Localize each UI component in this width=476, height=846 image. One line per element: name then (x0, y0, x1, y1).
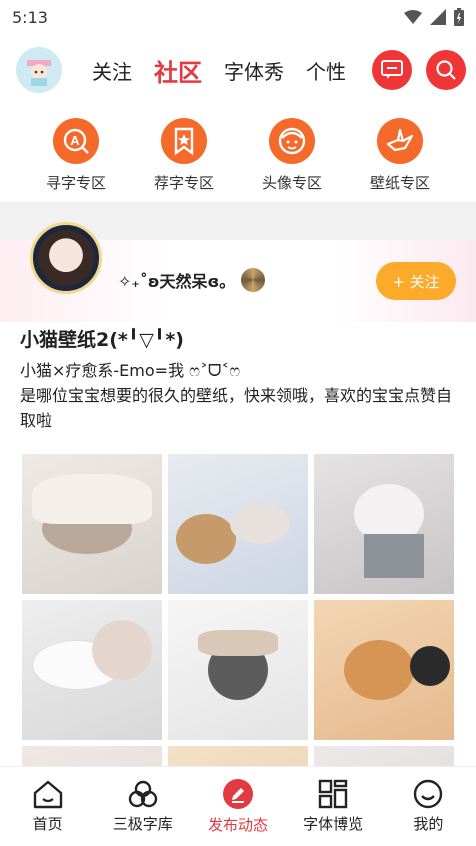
zone-label: 寻字专区 (45, 174, 106, 192)
wifi-icon (404, 10, 422, 24)
zone-label: 头像专区 (261, 174, 322, 192)
zone-wallpaper[interactable]: 壁纸专区 (350, 118, 450, 202)
search-icon (436, 60, 456, 80)
message-button[interactable] (372, 50, 412, 90)
circles-icon (128, 780, 157, 808)
zone-label: 荐字专区 (153, 174, 214, 192)
post-image[interactable] (314, 454, 454, 594)
search-button[interactable] (426, 50, 466, 90)
post-image[interactable] (314, 600, 454, 740)
edit-icon (222, 779, 253, 809)
tab-follow[interactable]: 关注 (92, 56, 132, 85)
zone-label: 壁纸专区 (369, 174, 430, 192)
status-bar: 5:13 (0, 0, 476, 34)
svg-text:A: A (70, 133, 80, 148)
app-logo[interactable] (16, 47, 62, 93)
post-text-line: 小猫×疗愈系-Emo=我 ෆ˃ᗜ˂ෆ (20, 361, 241, 380)
status-time: 5:13 (12, 7, 48, 27)
bottom-nav-label: 发布动态 (207, 816, 268, 834)
post-image[interactable] (168, 600, 308, 740)
tab-community[interactable]: 社区 (154, 53, 202, 88)
post-image[interactable] (22, 600, 162, 740)
home-icon (33, 780, 62, 809)
search-font-icon: A (53, 118, 99, 164)
username-text: ✧₊˚ʚ天然呆ɞ。 (118, 272, 236, 291)
bottom-nav-label: 我的 (413, 815, 444, 833)
zone-avatar[interactable]: 头像专区 (242, 118, 342, 202)
smile-icon (414, 779, 443, 809)
tab-personal[interactable]: 个性 (306, 56, 346, 85)
avatar-face (38, 230, 94, 286)
status-icons (404, 8, 464, 26)
message-icon (381, 60, 403, 79)
bottom-nav-label: 三极字库 (112, 815, 173, 833)
post-image[interactable] (22, 454, 162, 594)
bottom-nav-font-gallery[interactable]: 字体博览 (288, 779, 378, 834)
tab-font-show[interactable]: 字体秀 (224, 56, 284, 85)
bottom-nav-publish[interactable]: 发布动态 (193, 778, 283, 835)
logo-character-icon (27, 60, 51, 86)
bottom-nav-home[interactable]: 首页 (3, 779, 93, 834)
post-image[interactable] (168, 454, 308, 594)
follow-button[interactable]: + 关注 (376, 262, 456, 300)
bottom-nav: 首页 三极字库 发布动态 字体博览 我的 (0, 766, 476, 846)
avatar[interactable] (30, 222, 102, 294)
top-tabs: 关注 社区 字体秀 个性 (92, 53, 346, 88)
post-text-line: 是哪位宝宝想要的很久的壁纸，快来领哦，喜欢的宝宝点赞自取啦 (20, 386, 453, 430)
top-nav: 关注 社区 字体秀 个性 (0, 34, 476, 106)
post-body: 小猫×疗愈系-Emo=我 ෆ˃ᗜ˂ෆ 是哪位宝宝想要的很久的壁纸，快来领哦，喜欢… (0, 358, 476, 433)
zone-find-font[interactable]: A 寻字专区 (26, 118, 126, 202)
bottom-nav-font-library[interactable]: 三极字库 (98, 779, 188, 834)
zone-shortcuts: A 寻字专区 荐字专区 头像专区 壁纸专区 (0, 106, 476, 202)
post-header: ✧₊˚ʚ天然呆ɞ。 + 关注 (0, 222, 476, 322)
battery-icon (454, 8, 464, 26)
bottom-nav-label: 首页 (32, 815, 63, 833)
bottom-nav-profile[interactable]: 我的 (383, 779, 473, 834)
star-bookmark-icon (161, 118, 207, 164)
post-title: 小猫壁纸2(*╹▽╹*) (20, 329, 184, 351)
post-author[interactable]: ✧₊˚ʚ天然呆ɞ。 (118, 268, 266, 292)
signal-icon (430, 9, 446, 25)
paper-crane-icon (377, 118, 423, 164)
face-icon (269, 118, 315, 164)
bottom-nav-label: 字体博览 (303, 815, 364, 833)
grid-icon (318, 779, 348, 809)
badge-icon (241, 268, 266, 292)
zone-recommend-font[interactable]: 荐字专区 (134, 118, 234, 202)
